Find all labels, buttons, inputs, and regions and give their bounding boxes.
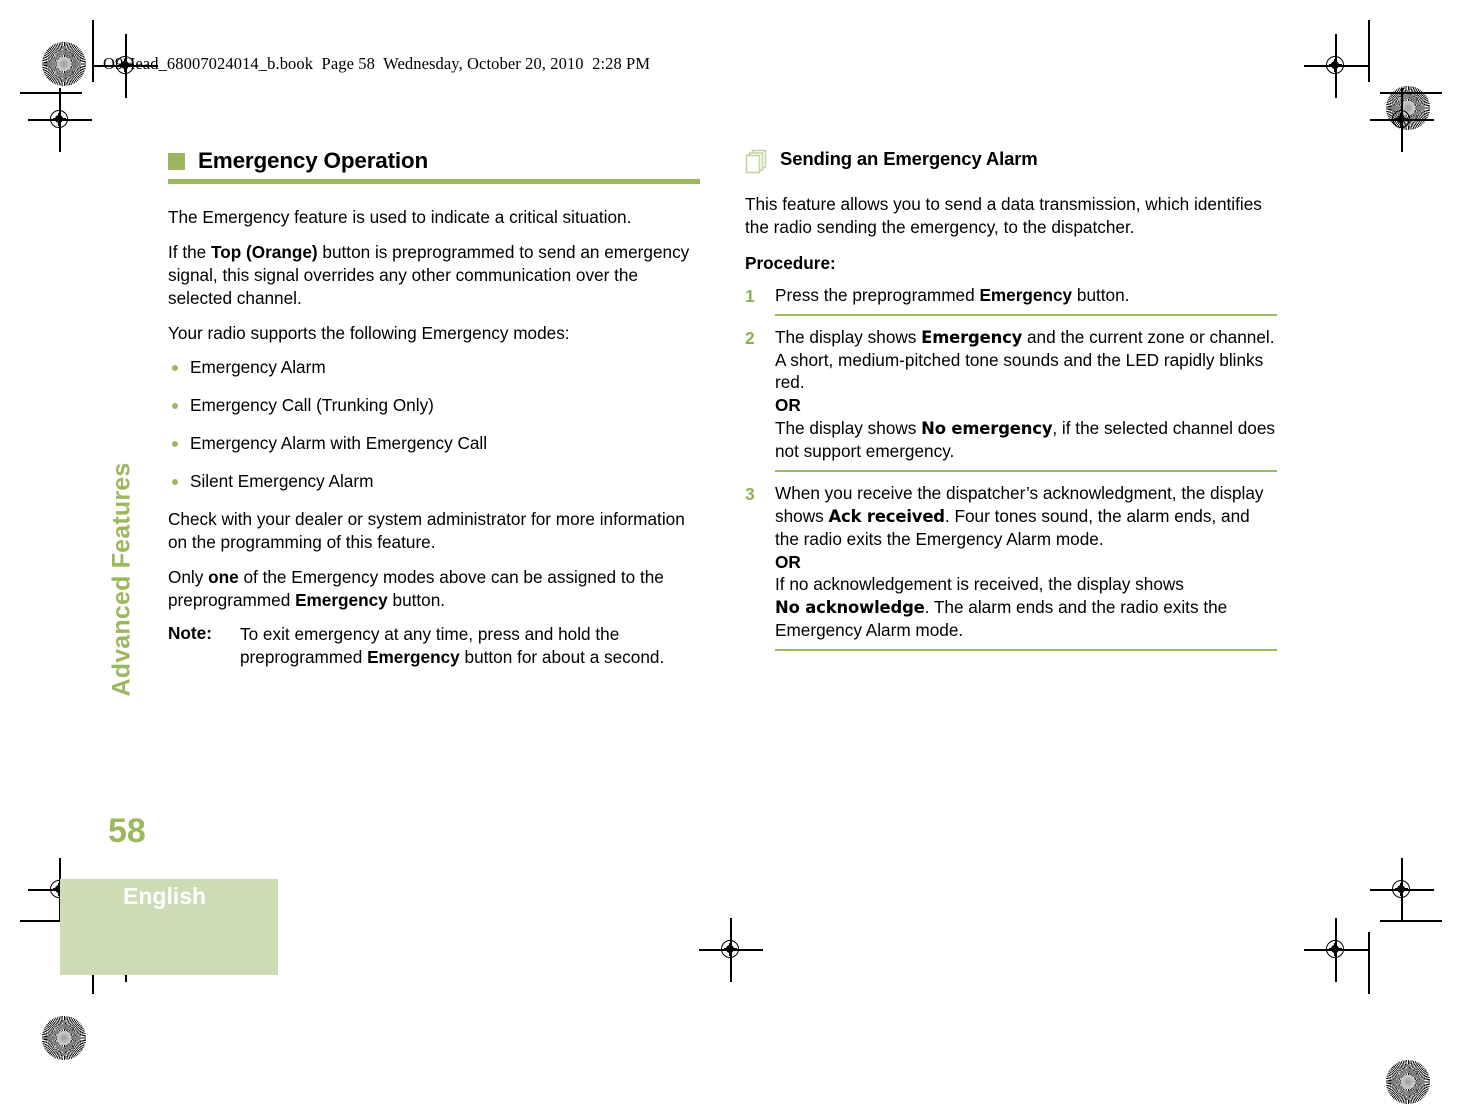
- registration-starburst-top-left: [42, 42, 86, 86]
- left-column: Emergency Operation The Emergency featur…: [168, 148, 700, 669]
- document-stack-icon: [745, 149, 769, 175]
- procedure-step: 3 When you receive the dispatcher’s ackn…: [745, 482, 1277, 651]
- display-text-emergency: Emergency: [921, 327, 1023, 347]
- procedure-steps: 1 Press the preprogrammed Emergency butt…: [745, 284, 1277, 651]
- step-text: When you receive the dispatcher’s acknow…: [775, 482, 1277, 651]
- bold-one: one: [208, 566, 239, 587]
- step-number: 3: [745, 483, 755, 504]
- procedure-step: 2 The display shows Emergency and the cu…: [745, 326, 1277, 472]
- crop-line-bottom-right-vertical: [1368, 932, 1370, 994]
- page-number: 58: [108, 812, 146, 850]
- registration-starburst-bottom-left: [42, 1016, 86, 1060]
- crop-line-right-top-horizontal: [1380, 92, 1442, 94]
- registration-crosshair-bottom-right-inner: [1304, 918, 1368, 982]
- registration-starburst-bottom-right: [1386, 1060, 1430, 1104]
- paragraph-intro: The Emergency feature is used to indicat…: [168, 207, 632, 227]
- list-item: Silent Emergency Alarm: [168, 470, 700, 493]
- crop-line-right-bottom-horizontal: [1380, 920, 1442, 922]
- procedure-label: Procedure:: [745, 252, 836, 273]
- display-text-no-acknowledge: No acknowledge: [775, 598, 925, 618]
- emergency-modes-list: Emergency Alarm Emergency Call (Trunking…: [168, 356, 700, 493]
- heading-underline: [168, 179, 700, 184]
- bold-emergency: Emergency: [979, 284, 1073, 305]
- chapter-tab-label: Advanced Features: [107, 462, 136, 697]
- or-label: OR: [775, 551, 801, 572]
- procedure-step: 1 Press the preprogrammed Emergency butt…: [745, 284, 1277, 316]
- step-text: Press the preprogrammed Emergency button…: [775, 284, 1277, 316]
- registration-crosshair-left-top: [28, 88, 92, 152]
- section-heading-emergency-operation: Emergency Operation: [168, 148, 700, 184]
- heading-text: Sending an Emergency Alarm: [780, 148, 1038, 169]
- bold-top-orange: Top (Orange): [211, 241, 318, 262]
- note-text: To exit emergency at any time, press and…: [240, 624, 665, 668]
- language-label: English: [123, 883, 207, 909]
- or-label: OR: [775, 395, 801, 416]
- paragraph-intro: This feature allows you to send a data t…: [745, 194, 1262, 237]
- right-column: Sending an Emergency Alarm This feature …: [745, 148, 1277, 651]
- paragraph-modes-lead: Your radio supports the following Emerge…: [168, 322, 570, 343]
- section-heading-sending-emergency-alarm: Sending an Emergency Alarm: [745, 148, 1277, 175]
- step-text: The display shows Emergency and the curr…: [775, 326, 1277, 472]
- paragraph-top-orange: If the Top (Orange) button is preprogram…: [168, 241, 690, 308]
- list-item: Emergency Alarm with Emergency Call: [168, 432, 700, 455]
- list-item: Emergency Call (Trunking Only): [168, 394, 700, 417]
- green-square-bullet-icon: [168, 152, 185, 170]
- registration-crosshair-right-bottom: [1370, 858, 1434, 922]
- step-number: 2: [745, 327, 755, 348]
- registration-crosshair-right-top: [1370, 88, 1434, 152]
- note-label: Note:: [168, 623, 212, 644]
- crop-line-top-left-vertical: [92, 20, 94, 82]
- step-number: 1: [745, 285, 755, 306]
- paragraph-only-one: Only one of the Emergency modes above ca…: [168, 566, 664, 610]
- paragraph-check-dealer: Check with your dealer or system adminis…: [168, 508, 685, 552]
- display-text-ack-received: Ack received: [828, 506, 946, 526]
- registration-crosshair-bottom-center: [699, 918, 763, 982]
- display-text-no-emergency: No emergency: [921, 419, 1053, 439]
- crop-line-top-right-vertical: [1368, 20, 1370, 82]
- file-header-slug: O9Head_68007024014_b.book Page 58 Wednes…: [103, 54, 651, 73]
- heading-text: Emergency Operation: [198, 148, 429, 173]
- crop-line-left-top-horizontal: [20, 92, 82, 94]
- bold-emergency: Emergency: [295, 589, 388, 610]
- note-block: Note: To exit emergency at any time, pre…: [168, 623, 700, 669]
- list-item: Emergency Alarm: [168, 356, 700, 379]
- bold-emergency: Emergency: [367, 647, 460, 668]
- registration-crosshair-top-right-inner: [1304, 34, 1368, 98]
